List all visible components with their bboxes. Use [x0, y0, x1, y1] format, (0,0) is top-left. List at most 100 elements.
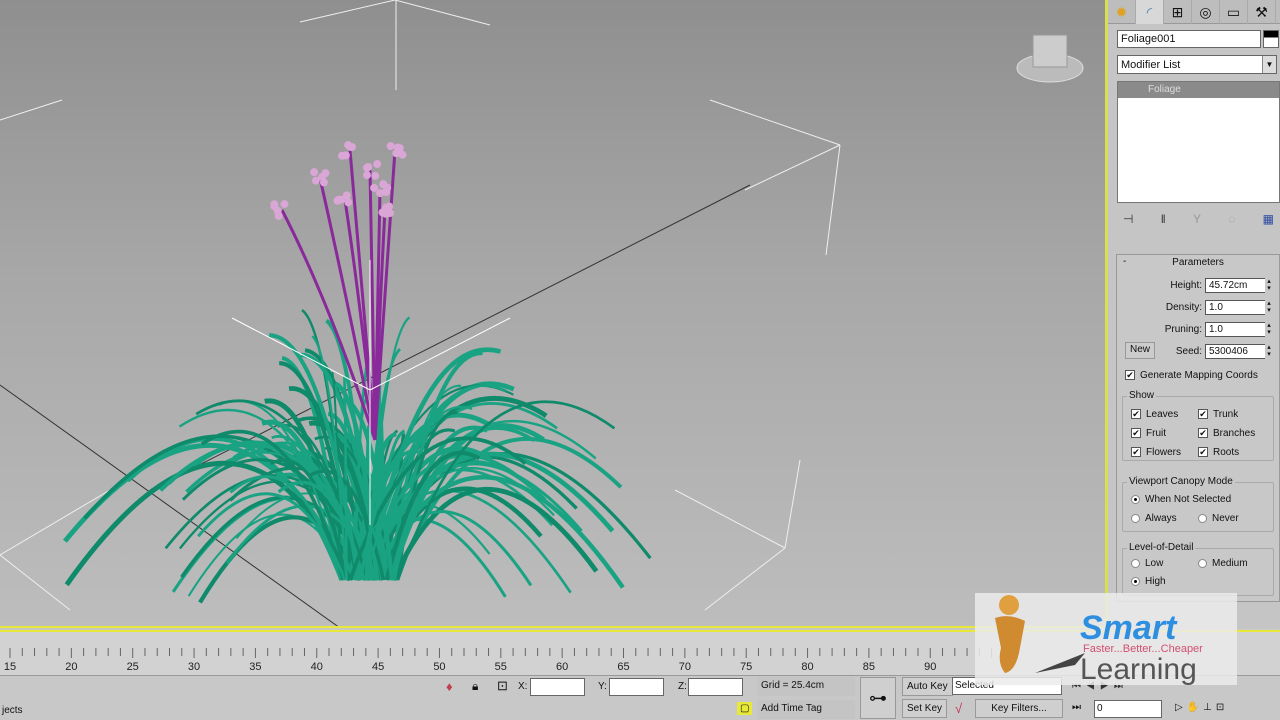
- parameters-rollout-header[interactable]: - Parameters: [1117, 255, 1279, 268]
- grid-line: [674, 489, 786, 549]
- key-icon: ⊶: [869, 688, 887, 708]
- modifier-list-label: Modifier List: [1121, 59, 1181, 71]
- object-name-field[interactable]: Foliage001: [1117, 30, 1261, 48]
- viewcube-icon: [1032, 34, 1068, 68]
- utilities-icon[interactable]: ⚒: [1248, 0, 1276, 24]
- make-unique-icon[interactable]: Y: [1193, 212, 1201, 226]
- viewport-nav-controls[interactable]: ▷✋⊥⊡: [1175, 702, 1228, 713]
- display-icon[interactable]: ▭: [1220, 0, 1248, 24]
- command-panel: ✹ ◜ ⊞ ◎ ▭ ⚒ Foliage001 Modifier List ▼ Fo…: [1105, 0, 1280, 628]
- modifier-list-dropdown[interactable]: Modifier List ▼: [1117, 55, 1277, 74]
- canopy-group-title: Viewport Canopy Mode: [1127, 476, 1235, 487]
- z-coordinate-field[interactable]: [688, 678, 743, 696]
- parameters-rollout: - Parameters Height: 45.72cm ▴ ▾ Density: 1.0…: [1116, 254, 1280, 602]
- key-mode-icon[interactable]: ⏭: [1072, 702, 1081, 713]
- current-frame-field[interactable]: 0: [1094, 700, 1162, 718]
- flowers-checkbox[interactable]: ✔ Flowers: [1131, 447, 1181, 458]
- seed-row: Seed: 5300406 ▴ ▾: [1176, 343, 1273, 359]
- timeline-tick-label: 50: [433, 661, 445, 673]
- x-coordinate-field[interactable]: [530, 678, 585, 696]
- lod-medium-radio[interactable]: Medium: [1198, 558, 1248, 569]
- flower-bloom: [395, 144, 404, 153]
- generate-mapping-label: Generate Mapping Coords: [1140, 370, 1258, 381]
- flower-bloom: [344, 198, 353, 207]
- density-field[interactable]: 1.0: [1205, 299, 1265, 315]
- time-tag-icon[interactable]: ▢: [737, 702, 753, 715]
- canopy-mode-group: Viewport Canopy Mode When Not Selected A…: [1122, 476, 1274, 532]
- new-seed-button[interactable]: New: [1125, 342, 1156, 359]
- configure-sets-icon[interactable]: ▦: [1263, 212, 1274, 226]
- lod-group-title: Level-of-Detail: [1127, 542, 1196, 553]
- foliage-scene: [0, 0, 1084, 626]
- lod-high-radio[interactable]: High: [1131, 576, 1166, 587]
- pin-stack-icon[interactable]: ⊣: [1123, 212, 1133, 226]
- grid-line: [825, 144, 841, 256]
- grid-line: [299, 0, 396, 23]
- pruning-spinner[interactable]: ▴ ▾: [1265, 322, 1273, 337]
- rollout-title: Parameters: [1172, 257, 1224, 268]
- modifier-stack: Foliage: [1117, 81, 1280, 203]
- show-group-title: Show: [1127, 390, 1157, 401]
- timeline-tick-label: 40: [311, 661, 323, 673]
- lod-low-radio[interactable]: Low: [1131, 558, 1163, 569]
- flower-bloom: [376, 189, 385, 198]
- roots-checkbox[interactable]: ✔ Roots: [1198, 447, 1239, 458]
- perspective-viewport[interactable]: [0, 0, 1105, 628]
- tangent-icon[interactable]: √: [955, 701, 962, 716]
- command-panel-tabs: ✹ ◜ ⊞ ◎ ▭ ⚒: [1108, 0, 1280, 24]
- generate-mapping-checkbox[interactable]: ✔ Generate Mapping Coords: [1125, 370, 1258, 381]
- height-field[interactable]: 45.72cm: [1205, 277, 1265, 293]
- density-label: Density:: [1165, 301, 1202, 313]
- fruit-checkbox[interactable]: ✔ Fruit: [1131, 428, 1166, 439]
- z-label: Z:: [678, 681, 687, 692]
- grid-line: [744, 144, 841, 191]
- density-spinner[interactable]: ▴ ▾: [1265, 300, 1273, 315]
- show-end-result-icon[interactable]: ‖: [1161, 212, 1166, 226]
- timeline-tick-label: 25: [127, 661, 139, 673]
- height-spinner[interactable]: ▴ ▾: [1265, 278, 1273, 293]
- timeline-tick-label: 75: [740, 661, 752, 673]
- height-row: Height: 45.72cm ▴ ▾: [1170, 277, 1273, 293]
- checkbox-icon: ✔: [1125, 370, 1135, 381]
- set-key-button[interactable]: Set Key: [902, 699, 948, 718]
- seed-label: Seed:: [1175, 345, 1202, 357]
- absolute-mode-icon[interactable]: ⊡: [497, 678, 508, 694]
- pruning-field[interactable]: 1.0: [1205, 321, 1265, 337]
- stack-item-foliage[interactable]: Foliage: [1118, 82, 1279, 98]
- timeline-tick-label: 55: [495, 661, 507, 673]
- auto-key-button[interactable]: Auto Key: [902, 677, 953, 696]
- add-time-tag-button[interactable]: Add Time Tag: [757, 700, 855, 719]
- key-filters-button[interactable]: Key Filters...: [975, 699, 1063, 718]
- logo-learning: Learning: [1080, 653, 1197, 686]
- motion-icon[interactable]: ◎: [1192, 0, 1220, 24]
- canopy-never-radio[interactable]: Never: [1198, 513, 1239, 524]
- modify-icon[interactable]: ◜: [1136, 0, 1164, 24]
- remove-modifier-icon[interactable]: ◌: [1228, 212, 1235, 226]
- leaves-checkbox[interactable]: ✔ Leaves: [1131, 409, 1178, 420]
- timeline-tick-label: 45: [372, 661, 384, 673]
- branches-checkbox[interactable]: ✔ Branches: [1198, 428, 1255, 439]
- trunk-checkbox[interactable]: ✔ Trunk: [1198, 409, 1238, 420]
- chevron-down-icon: ▼: [1262, 56, 1276, 73]
- show-group: Show ✔ Leaves ✔ Trunk ✔ Fruit ✔ Branches ✔ Fl…: [1122, 390, 1274, 461]
- set-key-mode-button[interactable]: ⊶: [860, 677, 896, 719]
- canopy-always-radio[interactable]: Always: [1131, 513, 1177, 524]
- grid-line: [394, 0, 491, 26]
- hierarchy-icon[interactable]: ⊞: [1164, 0, 1192, 24]
- seed-spinner[interactable]: ▴ ▾: [1265, 344, 1273, 359]
- flower-bloom: [379, 180, 388, 189]
- y-coordinate-field[interactable]: [609, 678, 664, 696]
- create-icon[interactable]: ✹: [1108, 0, 1136, 24]
- level-of-detail-group: Level-of-Detail Low Medium High: [1122, 542, 1274, 596]
- canopy-when-not-selected-radio[interactable]: When Not Selected: [1131, 494, 1231, 505]
- grid-line: [0, 99, 63, 121]
- stack-toolbar: ⊣ ‖ Y ◌ ▦: [1117, 208, 1280, 230]
- seed-field[interactable]: 5300406: [1205, 343, 1265, 359]
- flower-bloom: [310, 168, 319, 177]
- flower-bloom: [273, 206, 282, 215]
- isolate-icon[interactable]: ♦: [446, 679, 453, 694]
- flower-bloom: [362, 171, 371, 180]
- timeline-tick-label: 80: [801, 661, 813, 673]
- object-color-swatch[interactable]: [1263, 30, 1279, 48]
- lock-icon[interactable]: 🔒︎: [472, 679, 478, 694]
